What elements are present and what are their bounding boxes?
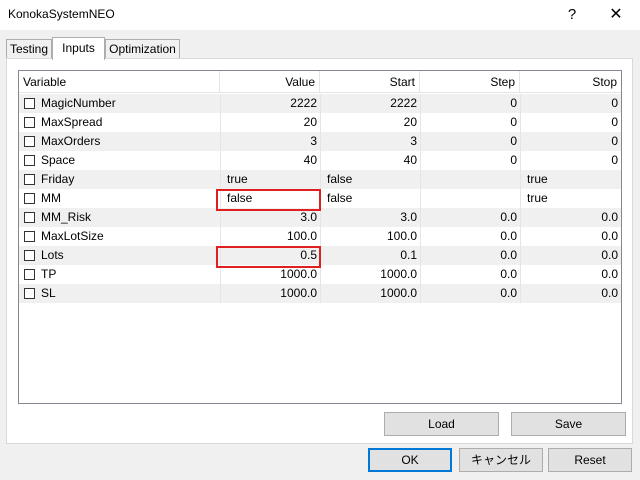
ok-button[interactable]: OK xyxy=(368,448,452,472)
step-cell[interactable]: 0.0 xyxy=(421,246,520,265)
save-button[interactable]: Save xyxy=(511,412,626,436)
stop-cell[interactable]: 0.0 xyxy=(521,265,621,284)
cancel-button[interactable]: キャンセル xyxy=(459,448,543,472)
variable-name: Friday xyxy=(41,172,75,186)
title-bar: KonokaSystemNEO ? ✕ xyxy=(0,0,640,30)
load-button[interactable]: Load xyxy=(384,412,499,436)
stop-cell[interactable]: 0 xyxy=(521,132,621,151)
table-row[interactable]: Lots 0.5 0.1 0.0 0.0 xyxy=(19,246,621,265)
grid-header: Variable Value Start Step Stop xyxy=(19,71,621,93)
stop-cell[interactable]: true xyxy=(521,170,621,189)
start-cell[interactable]: 100.0 xyxy=(321,227,420,246)
step-cell[interactable]: 0.0 xyxy=(421,284,520,303)
value-cell[interactable]: false xyxy=(221,189,320,208)
header-step[interactable]: Step xyxy=(420,71,520,93)
step-cell[interactable] xyxy=(421,189,520,208)
tab-testing[interactable]: Testing xyxy=(6,39,52,59)
stop-cell[interactable]: 0 xyxy=(521,151,621,170)
close-icon[interactable]: ✕ xyxy=(594,0,638,30)
variable-name: MM xyxy=(41,191,61,205)
value-cell[interactable]: 20 xyxy=(221,113,320,132)
stop-cell[interactable]: 0.0 xyxy=(521,246,621,265)
step-cell[interactable]: 0.0 xyxy=(421,227,520,246)
start-cell[interactable]: false xyxy=(321,170,420,189)
start-cell[interactable]: 0.1 xyxy=(321,246,420,265)
optimize-checkbox[interactable] xyxy=(24,193,35,204)
value-cell[interactable]: 3 xyxy=(221,132,320,151)
optimize-checkbox[interactable] xyxy=(24,174,35,185)
tab-optimization[interactable]: Optimization xyxy=(105,39,180,59)
table-row[interactable]: TP 1000.0 1000.0 0.0 0.0 xyxy=(19,265,621,284)
step-cell[interactable] xyxy=(421,170,520,189)
table-row[interactable]: MaxLotSize 100.0 100.0 0.0 0.0 xyxy=(19,227,621,246)
variable-name: Lots xyxy=(41,248,64,262)
value-cell[interactable]: 100.0 xyxy=(221,227,320,246)
optimize-checkbox[interactable] xyxy=(24,136,35,147)
header-variable[interactable]: Variable xyxy=(19,71,220,93)
value-cell[interactable]: 1000.0 xyxy=(221,284,320,303)
variable-name: MaxSpread xyxy=(41,115,103,129)
start-cell[interactable]: 40 xyxy=(321,151,420,170)
start-cell[interactable]: 3.0 xyxy=(321,208,420,227)
table-row[interactable]: SL 1000.0 1000.0 0.0 0.0 xyxy=(19,284,621,303)
optimize-checkbox[interactable] xyxy=(24,212,35,223)
table-row[interactable]: MagicNumber 2222 2222 0 0 xyxy=(19,94,621,113)
optimize-checkbox[interactable] xyxy=(24,250,35,261)
table-row[interactable]: Friday true false true xyxy=(19,170,621,189)
value-cell[interactable]: 1000.0 xyxy=(221,265,320,284)
optimize-checkbox[interactable] xyxy=(24,98,35,109)
variable-name: TP xyxy=(41,267,57,281)
start-cell[interactable]: 1000.0 xyxy=(321,265,420,284)
reset-button[interactable]: Reset xyxy=(548,448,632,472)
table-row[interactable]: MaxSpread 20 20 0 0 xyxy=(19,113,621,132)
stop-cell[interactable]: 0.0 xyxy=(521,284,621,303)
value-cell[interactable]: 0.5 xyxy=(221,246,320,265)
start-cell[interactable]: 2222 xyxy=(321,94,420,113)
step-cell[interactable]: 0 xyxy=(421,151,520,170)
value-cell[interactable]: 40 xyxy=(221,151,320,170)
optimize-checkbox[interactable] xyxy=(24,155,35,166)
table-row[interactable]: Space 40 40 0 0 xyxy=(19,151,621,170)
stop-cell[interactable]: 0.0 xyxy=(521,227,621,246)
optimize-checkbox[interactable] xyxy=(24,231,35,242)
inputs-panel: Variable Value Start Step Stop MagicNumb… xyxy=(6,58,633,444)
step-cell[interactable]: 0.0 xyxy=(421,208,520,227)
step-cell[interactable]: 0 xyxy=(421,94,520,113)
variable-name: MagicNumber xyxy=(41,96,116,110)
variable-name: MaxLotSize xyxy=(41,229,104,243)
stop-cell[interactable]: 0.0 xyxy=(521,208,621,227)
step-cell[interactable]: 0 xyxy=(421,113,520,132)
tab-inputs[interactable]: Inputs xyxy=(52,37,105,60)
step-cell[interactable]: 0 xyxy=(421,132,520,151)
header-start[interactable]: Start xyxy=(320,71,420,93)
step-cell[interactable]: 0.0 xyxy=(421,265,520,284)
start-cell[interactable]: 20 xyxy=(321,113,420,132)
value-cell[interactable]: 2222 xyxy=(221,94,320,113)
variable-name: SL xyxy=(41,286,56,300)
optimize-checkbox[interactable] xyxy=(24,269,35,280)
table-row[interactable]: MM_Risk 3.0 3.0 0.0 0.0 xyxy=(19,208,621,227)
value-cell[interactable]: true xyxy=(221,170,320,189)
help-icon[interactable]: ? xyxy=(550,0,594,30)
table-row[interactable]: MM false false true xyxy=(19,189,621,208)
table-row[interactable]: MaxOrders 3 3 0 0 xyxy=(19,132,621,151)
stop-cell[interactable]: 0 xyxy=(521,113,621,132)
start-cell[interactable]: false xyxy=(321,189,420,208)
optimize-checkbox[interactable] xyxy=(24,288,35,299)
variable-name: MM_Risk xyxy=(41,210,91,224)
header-value[interactable]: Value xyxy=(220,71,320,93)
variable-name: MaxOrders xyxy=(41,134,101,148)
window-title: KonokaSystemNEO xyxy=(8,7,115,21)
stop-cell[interactable]: true xyxy=(521,189,621,208)
start-cell[interactable]: 3 xyxy=(321,132,420,151)
stop-cell[interactable]: 0 xyxy=(521,94,621,113)
start-cell[interactable]: 1000.0 xyxy=(321,284,420,303)
inputs-grid: Variable Value Start Step Stop MagicNumb… xyxy=(18,70,622,404)
optimize-checkbox[interactable] xyxy=(24,117,35,128)
value-cell[interactable]: 3.0 xyxy=(221,208,320,227)
header-stop[interactable]: Stop xyxy=(520,71,621,93)
variable-name: Space xyxy=(41,153,76,167)
